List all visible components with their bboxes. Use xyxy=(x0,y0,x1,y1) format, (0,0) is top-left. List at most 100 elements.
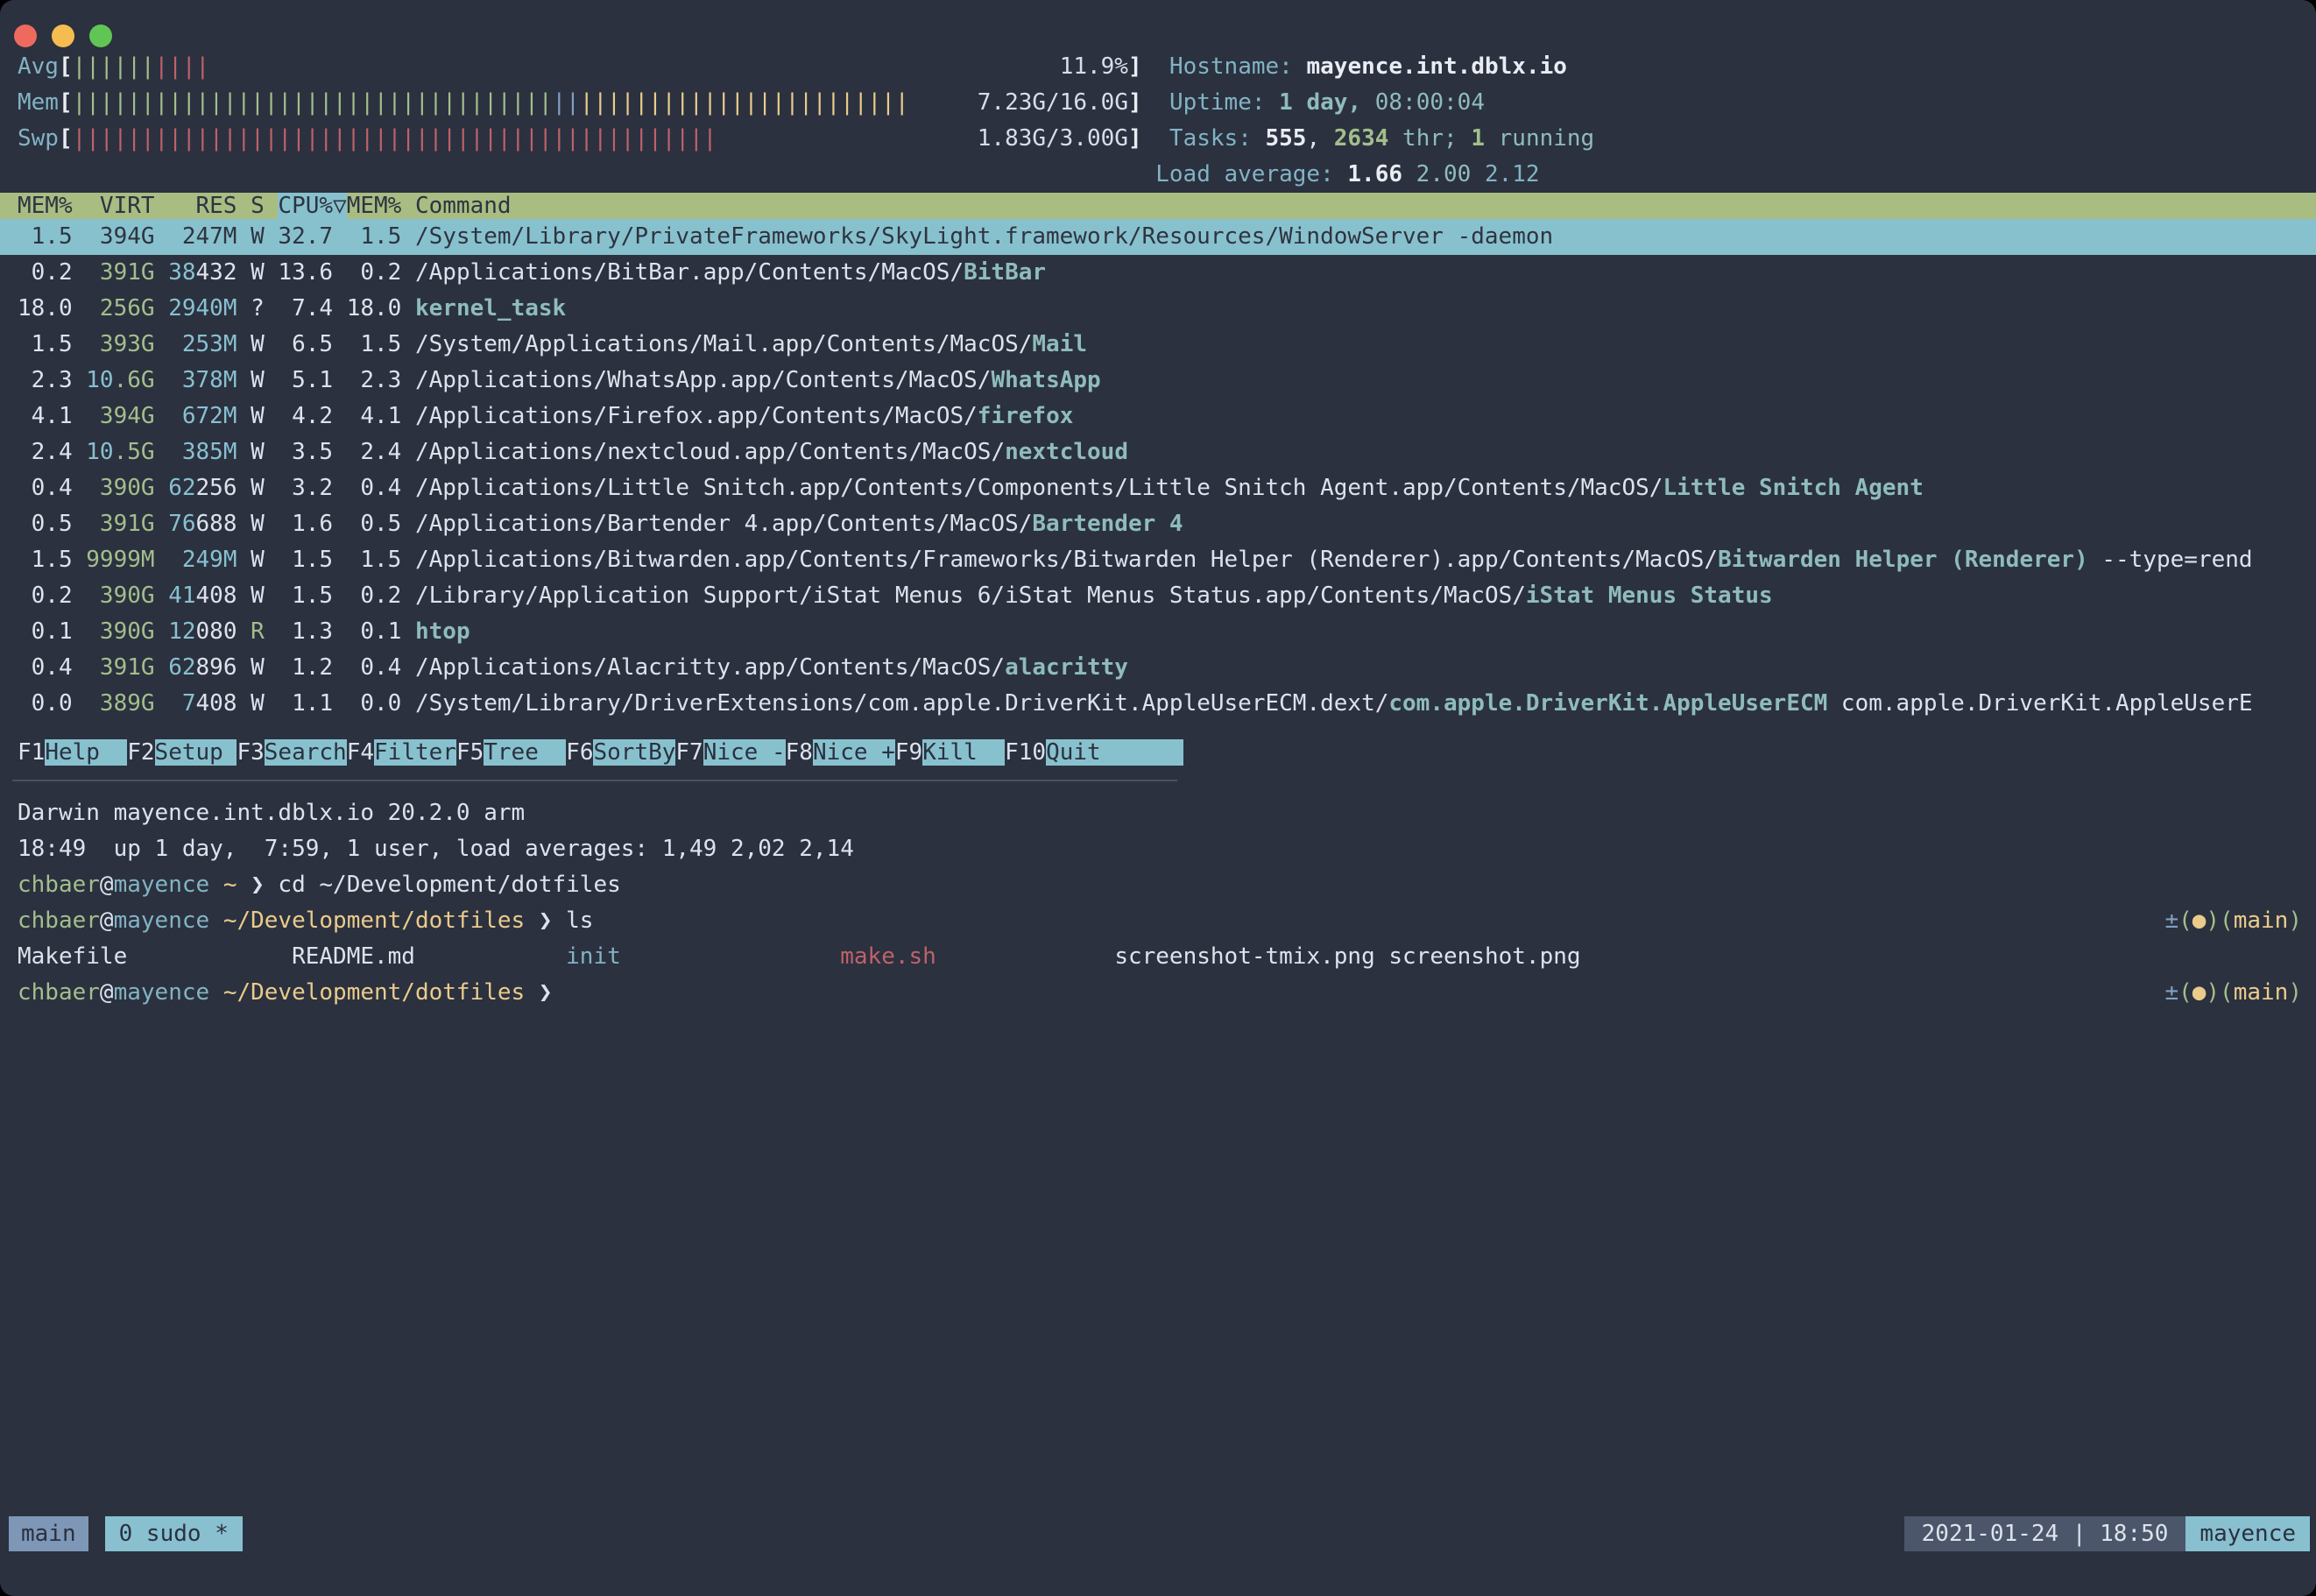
segment-sp xyxy=(717,125,977,152)
segment-w: 408 W 1.1 0.0 xyxy=(196,690,415,717)
segment-yel: ~/Development/dotfiles xyxy=(223,907,525,934)
ls-output-line: Makefile README.md init make.sh screensh… xyxy=(0,939,2316,975)
segment-grn: chbaer xyxy=(18,979,100,1006)
segment-w: /Applications/Bartender 4.app/Contents/M… xyxy=(415,511,1032,537)
segment-w: screenshot-tmix.png screenshot.png xyxy=(1114,943,1580,970)
htop-row[interactable]: 1.5 9999M 249M W 1.5 1.5 /Applications/B… xyxy=(0,542,2316,578)
segment-fl: Help xyxy=(45,739,127,766)
git-status-indicator: ±(●)(main) xyxy=(2164,903,2302,939)
segment-tl: thr; xyxy=(1388,125,1471,152)
segment-lbl: Tasks: xyxy=(1169,125,1266,152)
segment-w: @ xyxy=(100,872,114,898)
window-controls xyxy=(14,25,112,47)
htop-row[interactable]: 0.4 390G 62256 W 3.2 0.4 /Applications/L… xyxy=(0,470,2316,506)
segment-w: /Applications/Bitwarden.app/Contents/Fra… xyxy=(415,547,1718,573)
segment-yel: main xyxy=(2234,907,2289,934)
segment-wb: ] xyxy=(1128,53,1142,80)
segment-cyn: 76 xyxy=(168,511,195,537)
prompt-line-current[interactable]: chbaer@mayence ~/Development/dotfiles ❯±… xyxy=(0,975,2316,1011)
segment-sp xyxy=(909,89,978,116)
segment-sp xyxy=(18,161,1155,187)
segment-w: W 1.5 1.5 xyxy=(237,547,416,573)
segment-w: W 5.1 2.3 xyxy=(237,367,416,393)
segment-w: /Library/Application Support/iStat Menus… xyxy=(415,583,1526,609)
segment-w xyxy=(209,907,223,934)
segment-w: ❯ ls xyxy=(525,907,593,934)
segment-grn: 393G xyxy=(86,331,154,357)
htop-row[interactable]: 0.2 390G 41408 W 1.5 0.2 /Library/Applic… xyxy=(0,578,2316,614)
htop-row[interactable]: 2.3 10.6G 378M W 5.1 2.3 /Applications/W… xyxy=(0,363,2316,399)
segment-w: 432 W 13.6 0.2 xyxy=(196,259,415,286)
htop-row[interactable]: 0.2 391G 38432 W 13.6 0.2 /Applications/… xyxy=(0,255,2316,291)
segment-tlb: firefox xyxy=(978,403,1074,429)
htop-header-row[interactable]: MEM% VIRT RES S CPU%▽MEM% Command xyxy=(0,193,2316,219)
segment-fl: Nice + xyxy=(813,739,895,766)
segment-tlb: Bartender 4 xyxy=(1032,511,1183,537)
segment-cyn: 2940M xyxy=(168,295,237,321)
htop-row[interactable]: 4.1 394G 672M W 4.2 4.1 /Applications/Fi… xyxy=(0,399,2316,434)
segment-val: 11.9% xyxy=(1060,53,1128,80)
segment-grn: )( xyxy=(2206,979,2233,1006)
segment-blu: || xyxy=(553,89,580,116)
prompt-line-ls: chbaer@mayence ~/Development/dotfiles ❯ … xyxy=(0,903,2316,939)
segment-blu: ± xyxy=(2164,979,2178,1006)
htop-function-key-bar[interactable]: F1Help F2Setup F3SearchF4FilterF5Tree F6… xyxy=(0,738,2316,767)
segment-cyn: 38 xyxy=(168,259,195,286)
segment-tlb: WhatsApp xyxy=(991,367,1100,393)
segment-lbl: 2.12 xyxy=(1485,161,1540,187)
segment-w xyxy=(155,259,169,286)
segment-fk: F3 xyxy=(237,739,264,766)
segment-fk: F9 xyxy=(895,739,922,766)
segment-grn: 390G xyxy=(86,618,154,645)
segment-w xyxy=(209,872,223,898)
segment-w: 2.3 xyxy=(18,367,86,393)
segment-tl: running xyxy=(1485,125,1594,152)
segment-grn: )( xyxy=(2206,907,2233,934)
segment-w xyxy=(155,547,169,573)
segment-w xyxy=(1142,89,1169,116)
zoom-button[interactable] xyxy=(89,25,112,47)
segment-grn: ( xyxy=(2178,979,2192,1006)
segment-lbl: Mem xyxy=(18,89,59,116)
segment-cyn: 7 xyxy=(168,690,195,717)
segment-wb: ] xyxy=(1128,125,1142,152)
segment-tlb: alacritty xyxy=(1005,654,1128,681)
htop-row[interactable]: 2.4 10.5G 385M W 3.5 2.4 /Applications/n… xyxy=(0,434,2316,470)
segment-w: ❯ cd ~/Development/dotfiles xyxy=(237,872,620,898)
tmux-window-tab[interactable]: 0 sudo * xyxy=(105,1516,243,1551)
segment-grn: |||||| xyxy=(73,53,155,80)
segment-sel: 1.5 394G 247M W 32.7 1.5 /System/Library… xyxy=(18,223,1553,250)
segment-yel: ● xyxy=(2192,979,2207,1006)
htop-row-selected[interactable]: 1.5 394G 247M W 32.7 1.5 /System/Library… xyxy=(0,219,2316,255)
htop-row[interactable]: 18.0 256G 2940M ? 7.4 18.0 kernel_task xyxy=(0,291,2316,327)
minimize-button[interactable] xyxy=(52,25,74,47)
segment-w: com.apple.DriverKit.AppleUserE xyxy=(1827,690,2252,717)
segment-grn: ) xyxy=(2288,979,2302,1006)
htop-row[interactable]: 0.4 391G 62896 W 1.2 0.4 /Applications/A… xyxy=(0,650,2316,686)
segment-w: 896 W 1.2 0.4 xyxy=(196,654,415,681)
htop-row[interactable]: 1.5 393G 253M W 6.5 1.5 /System/Applicat… xyxy=(0,327,2316,363)
segment-w: /Applications/nextcloud.app/Contents/Mac… xyxy=(415,439,1005,465)
close-button[interactable] xyxy=(14,25,37,47)
swp-meter-line: Swp[||||||||||||||||||||||||||||||||||||… xyxy=(0,121,2316,157)
segment-blu: ± xyxy=(2164,907,2178,934)
segment-w: 2.4 xyxy=(18,439,86,465)
segment-tlb: kernel_task xyxy=(415,295,566,321)
segment-w: 1.5 xyxy=(18,331,86,357)
segment-wb: 555 xyxy=(1266,125,1307,152)
tmux-session-badge[interactable]: main xyxy=(9,1516,88,1551)
segment-fk: F10 xyxy=(1005,739,1046,766)
htop-row[interactable]: 0.0 389G 7408 W 1.1 0.0 /System/Library/… xyxy=(0,686,2316,722)
segment-w xyxy=(155,511,169,537)
segment-w xyxy=(1142,125,1169,152)
segment-grn: 391G xyxy=(86,259,154,286)
htop-row[interactable]: 0.1 390G 12080 R 1.3 0.1 htop xyxy=(0,614,2316,650)
segment-w: /System/Library/DriverExtensions/com.app… xyxy=(415,690,1388,717)
segment-grnb: 2634 xyxy=(1334,125,1389,152)
mem-meter-line: Mem[||||||||||||||||||||||||||||||||||||… xyxy=(0,85,2316,121)
segment-fk: F8 xyxy=(786,739,813,766)
segment-fl: Quit xyxy=(1046,739,1183,766)
htop-row[interactable]: 0.5 391G 76688 W 1.6 0.5 /Applications/B… xyxy=(0,506,2316,542)
segment-fk: F1 xyxy=(18,739,45,766)
tmux-datetime: 2021-01-24 | 18:50 xyxy=(1904,1516,2186,1551)
